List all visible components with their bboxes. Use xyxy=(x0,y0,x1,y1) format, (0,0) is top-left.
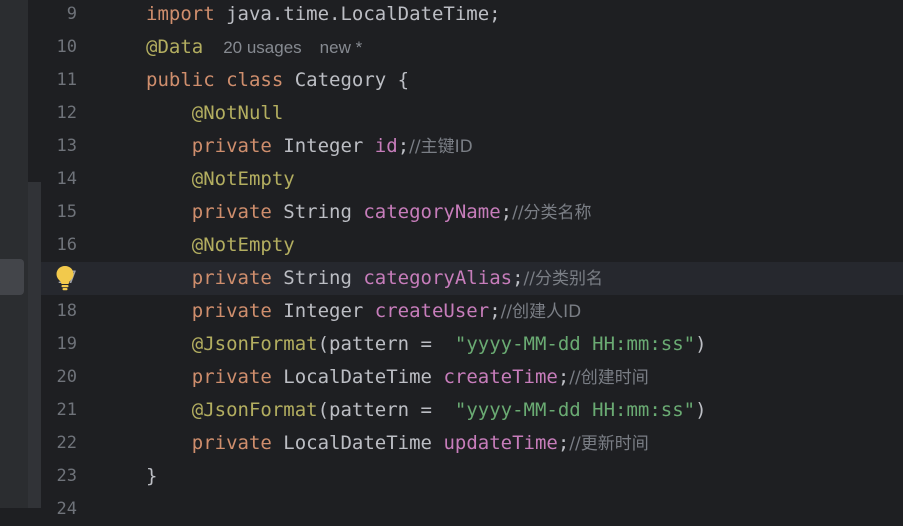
annotation: @Data xyxy=(146,36,204,58)
line-number: 13 xyxy=(56,136,77,156)
string-literal: "yyyy-MM-dd HH:mm:ss" xyxy=(454,399,696,421)
line-number: 16 xyxy=(56,235,77,255)
line-number: 21 xyxy=(56,400,77,420)
code-line-10: @Data 20 usages new * xyxy=(146,31,362,64)
type-name: LocalDateTime xyxy=(271,432,444,454)
field-name: categoryAlias xyxy=(363,267,513,289)
line-number: 11 xyxy=(56,70,77,90)
tool-strip-scrollbar[interactable] xyxy=(28,182,41,508)
comment: //分类别名 xyxy=(523,269,603,289)
line-number: 14 xyxy=(56,169,77,189)
keyword: private xyxy=(191,300,272,322)
code-line-11: public class Category { xyxy=(146,64,409,97)
field-name: id xyxy=(374,135,398,157)
line-number: 12 xyxy=(56,103,77,123)
annotation: @JsonFormat xyxy=(191,333,318,355)
code-line-23: } xyxy=(146,460,157,493)
code-line-9: import java.time.LocalDateTime; xyxy=(146,0,501,31)
comment: //分类名称 xyxy=(512,203,592,223)
field-name: createTime xyxy=(443,366,558,388)
line-number: 9 xyxy=(66,4,77,24)
annotation: @NotNull xyxy=(191,102,284,124)
closing-brace: } xyxy=(146,465,158,487)
line-number: 23 xyxy=(56,466,77,486)
line-number: 10 xyxy=(56,37,77,57)
keyword: class xyxy=(226,69,284,91)
comment: //主键ID xyxy=(409,137,473,157)
keyword: private xyxy=(191,432,272,454)
annotation: @JsonFormat xyxy=(191,399,318,421)
code-line-13: private Integer id;//主键ID xyxy=(146,130,473,163)
type-name: LocalDateTime xyxy=(271,366,444,388)
code-line-22: private LocalDateTime updateTime;//更新时间 xyxy=(146,427,649,460)
comment: //创建时间 xyxy=(569,368,649,388)
lightbulb-icon[interactable] xyxy=(54,264,76,292)
modified-author-hint[interactable]: new * xyxy=(320,38,363,57)
code-editor[interactable]: 9 10 11 12 13 14 15 16 17 18 19 20 21 22… xyxy=(0,0,903,519)
code-line-15: private String categoryName;//分类名称 xyxy=(146,196,592,229)
string-literal: "yyyy-MM-dd HH:mm:ss" xyxy=(454,333,696,355)
code-line-18: private Integer createUser;//创建人ID xyxy=(146,295,581,328)
code-line-21: @JsonFormat(pattern = "yyyy-MM-dd HH:mm:… xyxy=(146,394,707,427)
punctuation: ) xyxy=(695,333,707,355)
line-number: 15 xyxy=(56,202,77,222)
code-line-19: @JsonFormat(pattern = "yyyy-MM-dd HH:mm:… xyxy=(146,328,707,361)
annotation: @NotEmpty xyxy=(191,234,295,256)
field-name: createUser xyxy=(374,300,490,322)
line-number: 18 xyxy=(56,301,77,321)
usages-inlay-hint[interactable]: 20 usages xyxy=(223,38,301,57)
punctuation: ) xyxy=(695,399,707,421)
code-line-20: private LocalDateTime createTime;//创建时间 xyxy=(146,361,649,394)
field-name: categoryName xyxy=(363,201,501,223)
keyword: import xyxy=(146,3,215,25)
line-number: 20 xyxy=(56,367,77,387)
type-name: String xyxy=(271,201,364,223)
field-name: updateTime xyxy=(443,432,558,454)
line-number: 19 xyxy=(56,334,77,354)
type-name: Integer xyxy=(271,300,375,322)
tool-window-strip xyxy=(0,0,28,508)
code-area[interactable]: import java.time.LocalDateTime; @Data 20 … xyxy=(143,0,903,508)
semicolon: ; xyxy=(397,135,410,157)
keyword: private xyxy=(191,201,272,223)
punctuation: (pattern = xyxy=(317,399,455,421)
semicolon: ; xyxy=(557,366,570,388)
semicolon: ; xyxy=(557,432,570,454)
semicolon: ; xyxy=(512,267,524,289)
tool-window-selected-tab[interactable] xyxy=(0,259,24,295)
line-number: 22 xyxy=(56,433,77,453)
keyword: private xyxy=(191,135,272,157)
line-number: 24 xyxy=(56,499,77,519)
semicolon: ; xyxy=(500,201,513,223)
code-line-14: @NotEmpty xyxy=(146,163,295,196)
code-line-12: @NotNull xyxy=(146,97,284,130)
type-name: Integer xyxy=(271,135,375,157)
line-number-gutter[interactable]: 9 10 11 12 13 14 15 16 17 18 19 20 21 22… xyxy=(41,0,143,519)
code-line-16: @NotEmpty xyxy=(146,229,295,262)
comment: //更新时间 xyxy=(569,434,649,454)
semicolon: ; xyxy=(489,300,501,322)
keyword: private xyxy=(191,366,272,388)
comment: //创建人ID xyxy=(500,302,582,322)
annotation: @NotEmpty xyxy=(191,168,295,190)
keyword: public xyxy=(146,69,215,91)
type-name: String xyxy=(271,267,364,289)
punctuation: (pattern = xyxy=(317,333,455,355)
code-line-17: private String categoryAlias;//分类别名 xyxy=(146,262,603,295)
keyword: private xyxy=(191,267,272,289)
class-name: Category { xyxy=(283,69,410,91)
import-path: java.time.LocalDateTime; xyxy=(214,3,501,25)
